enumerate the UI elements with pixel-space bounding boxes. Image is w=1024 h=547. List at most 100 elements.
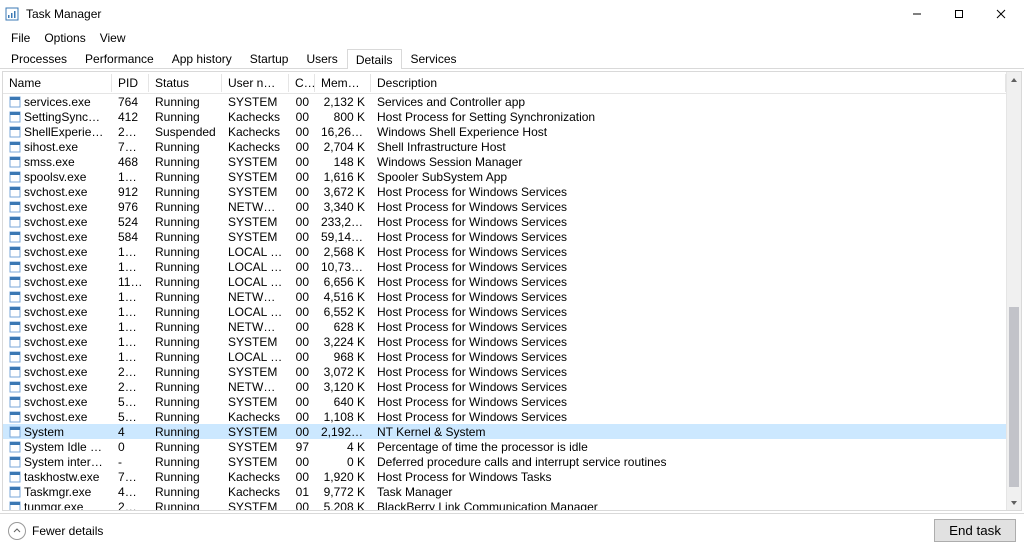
table-row[interactable]: svchost.exe1928RunningLOCAL SE...00968 K… [3, 349, 1006, 364]
cpu-cell: 00 [289, 410, 315, 424]
process-name: svchost.exe [24, 335, 87, 349]
mem-cell: 3,120 K [315, 380, 371, 394]
status-cell: Running [149, 230, 222, 244]
table-row[interactable]: svchost.exe1816RunningSYSTEM003,224 KHos… [3, 334, 1006, 349]
desc-cell: Windows Session Manager [371, 155, 1006, 169]
table-row[interactable]: services.exe764RunningSYSTEM002,132 KSer… [3, 94, 1006, 109]
cpu-cell: 00 [289, 500, 315, 511]
user-cell: SYSTEM [222, 185, 289, 199]
cpu-cell: 00 [289, 230, 315, 244]
col-user[interactable]: User name [222, 74, 289, 92]
mem-cell: 16,264 K [315, 125, 371, 139]
col-pid[interactable]: PID [112, 74, 149, 92]
desc-cell: Host Process for Windows Services [371, 185, 1006, 199]
mem-cell: 1,108 K [315, 410, 371, 424]
process-name: tunmgr.exe [24, 500, 83, 511]
process-icon [9, 471, 21, 483]
menu-file[interactable]: File [4, 30, 37, 46]
tab-services[interactable]: Services [402, 48, 466, 68]
table-row[interactable]: svchost.exe584RunningSYSTEM0059,140 KHos… [3, 229, 1006, 244]
desc-cell: Host Process for Windows Services [371, 275, 1006, 289]
table-row[interactable]: smss.exe468RunningSYSTEM00148 KWindows S… [3, 154, 1006, 169]
process-icon [9, 261, 21, 273]
table-row[interactable]: svchost.exe2864RunningNETWORK...003,120 … [3, 379, 1006, 394]
cpu-cell: 00 [289, 365, 315, 379]
table-row[interactable]: svchost.exe976RunningNETWORK...003,340 K… [3, 199, 1006, 214]
tab-users[interactable]: Users [297, 48, 346, 68]
vertical-scrollbar[interactable] [1006, 72, 1021, 510]
tab-details[interactable]: Details [347, 49, 402, 69]
table-row[interactable]: svchost.exe1732RunningNETWORK...00628 KH… [3, 319, 1006, 334]
table-row[interactable]: Taskmgr.exe4288RunningKachecks019,772 KT… [3, 484, 1006, 499]
table-row[interactable]: svchost.exe1656RunningLOCAL SE...006,552… [3, 304, 1006, 319]
table-row[interactable]: svchost.exe524RunningSYSTEM00233,252 KHo… [3, 214, 1006, 229]
tab-processes[interactable]: Processes [2, 48, 76, 68]
maximize-button[interactable] [938, 0, 980, 28]
table-row[interactable]: System4RunningSYSTEM002,192,224 KNT Kern… [3, 424, 1006, 439]
process-name: Taskmgr.exe [24, 485, 91, 499]
mem-cell: 640 K [315, 395, 371, 409]
process-icon [9, 231, 21, 243]
desc-cell: Host Process for Windows Services [371, 200, 1006, 214]
close-button[interactable] [980, 0, 1022, 28]
tab-startup[interactable]: Startup [241, 48, 298, 68]
desc-cell: Host Process for Windows Services [371, 260, 1006, 274]
desc-cell: Host Process for Windows Services [371, 380, 1006, 394]
process-icon [9, 486, 21, 498]
titlebar[interactable]: Task Manager [0, 0, 1024, 28]
table-row[interactable]: svchost.exe1096RunningLOCAL SE...0010,73… [3, 259, 1006, 274]
table-row[interactable]: svchost.exe912RunningSYSTEM003,672 KHost… [3, 184, 1006, 199]
table-row[interactable]: SettingSyncHost.exe412RunningKachecks008… [3, 109, 1006, 124]
table-row[interactable]: spoolsv.exe1500RunningSYSTEM001,616 KSpo… [3, 169, 1006, 184]
col-name[interactable]: Name [3, 74, 112, 92]
table-row[interactable]: sihost.exe7068RunningKachecks002,704 KSh… [3, 139, 1006, 154]
end-task-button[interactable]: End task [934, 519, 1016, 542]
tab-performance[interactable]: Performance [76, 48, 163, 68]
desc-cell: Host Process for Windows Services [371, 350, 1006, 364]
table-row[interactable]: svchost.exe5296RunningSYSTEM00640 KHost … [3, 394, 1006, 409]
status-cell: Running [149, 425, 222, 439]
scroll-track[interactable] [1007, 87, 1021, 495]
fewer-details-button[interactable]: Fewer details [8, 522, 103, 540]
mem-cell: 148 K [315, 155, 371, 169]
table-row[interactable]: svchost.exe1088RunningLOCAL SE...002,568… [3, 244, 1006, 259]
user-cell: Kachecks [222, 485, 289, 499]
scroll-up-icon[interactable] [1007, 72, 1021, 87]
table-row[interactable]: svchost.exe1156RunningLOCAL SE...006,656… [3, 274, 1006, 289]
menu-view[interactable]: View [93, 30, 133, 46]
tabs: ProcessesPerformanceApp historyStartupUs… [0, 47, 1024, 69]
tab-app-history[interactable]: App history [163, 48, 241, 68]
col-status[interactable]: Status [149, 74, 222, 92]
task-manager-window: Task Manager File Options View Processes… [0, 0, 1024, 547]
table-row[interactable]: System interrupts-RunningSYSTEM000 KDefe… [3, 454, 1006, 469]
scroll-down-icon[interactable] [1007, 495, 1021, 510]
pid-cell: 1816 [112, 335, 149, 349]
process-icon [9, 336, 21, 348]
mem-cell: 5,208 K [315, 500, 371, 511]
minimize-button[interactable] [896, 0, 938, 28]
process-name: SettingSyncHost.exe [24, 110, 112, 124]
user-cell: Kachecks [222, 110, 289, 124]
menu-options[interactable]: Options [37, 30, 92, 46]
cpu-cell: 00 [289, 215, 315, 229]
table-row[interactable]: svchost.exe5060RunningKachecks001,108 KH… [3, 409, 1006, 424]
user-cell: NETWORK... [222, 200, 289, 214]
table-row[interactable]: taskhostw.exe7464RunningKachecks001,920 … [3, 469, 1006, 484]
table-row[interactable]: svchost.exe2024RunningSYSTEM003,072 KHos… [3, 364, 1006, 379]
status-cell: Running [149, 185, 222, 199]
process-name: System Idle Process [24, 440, 112, 454]
process-name: services.exe [24, 95, 91, 109]
table-row[interactable]: svchost.exe1336RunningNETWORK...004,516 … [3, 289, 1006, 304]
col-mem[interactable]: Memory (p... [315, 74, 371, 92]
cpu-cell: 00 [289, 185, 315, 199]
table-row[interactable]: System Idle Process0RunningSYSTEM974 KPe… [3, 439, 1006, 454]
pid-cell: 1500 [112, 170, 149, 184]
col-cpu[interactable]: CPU [289, 74, 315, 92]
col-desc[interactable]: Description [371, 74, 1006, 92]
table-row[interactable]: ShellExperienceHost....2328SuspendedKach… [3, 124, 1006, 139]
mem-cell: 6,656 K [315, 275, 371, 289]
scroll-thumb[interactable] [1009, 307, 1019, 487]
table-row[interactable]: tunmgr.exe2100RunningSYSTEM005,208 KBlac… [3, 499, 1006, 510]
user-cell: Kachecks [222, 470, 289, 484]
status-cell: Running [149, 365, 222, 379]
